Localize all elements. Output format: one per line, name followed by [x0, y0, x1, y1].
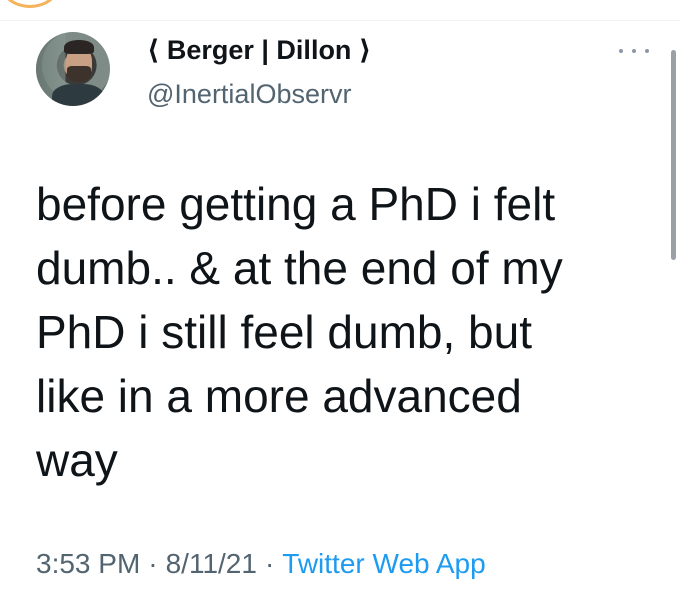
meta-separator: ·	[148, 548, 158, 579]
more-horizontal-icon[interactable]	[619, 45, 649, 57]
display-name[interactable]: ⟨ Berger | Dillon ⟩	[147, 33, 371, 67]
user-handle[interactable]: @InertialObservr	[147, 77, 351, 111]
tweet-meta: 3:53 PM · 8/11/21 · Twitter Web App	[36, 546, 486, 582]
top-edge-strip	[0, 0, 680, 21]
previous-avatar-ring	[0, 0, 60, 8]
meta-separator: ·	[264, 548, 275, 579]
tweet-card: ⟨ Berger | Dillon ⟩ @InertialObservr bef…	[0, 20, 680, 596]
tweet-time[interactable]: 3:53 PM	[36, 548, 140, 579]
scrollbar[interactable]	[671, 50, 676, 260]
tweet-source-link[interactable]: Twitter Web App	[282, 548, 485, 579]
tweet-text: before getting a PhD i felt dumb.. & at …	[36, 178, 563, 486]
tweet-date[interactable]: 8/11/21	[166, 548, 257, 579]
avatar[interactable]	[36, 32, 110, 106]
